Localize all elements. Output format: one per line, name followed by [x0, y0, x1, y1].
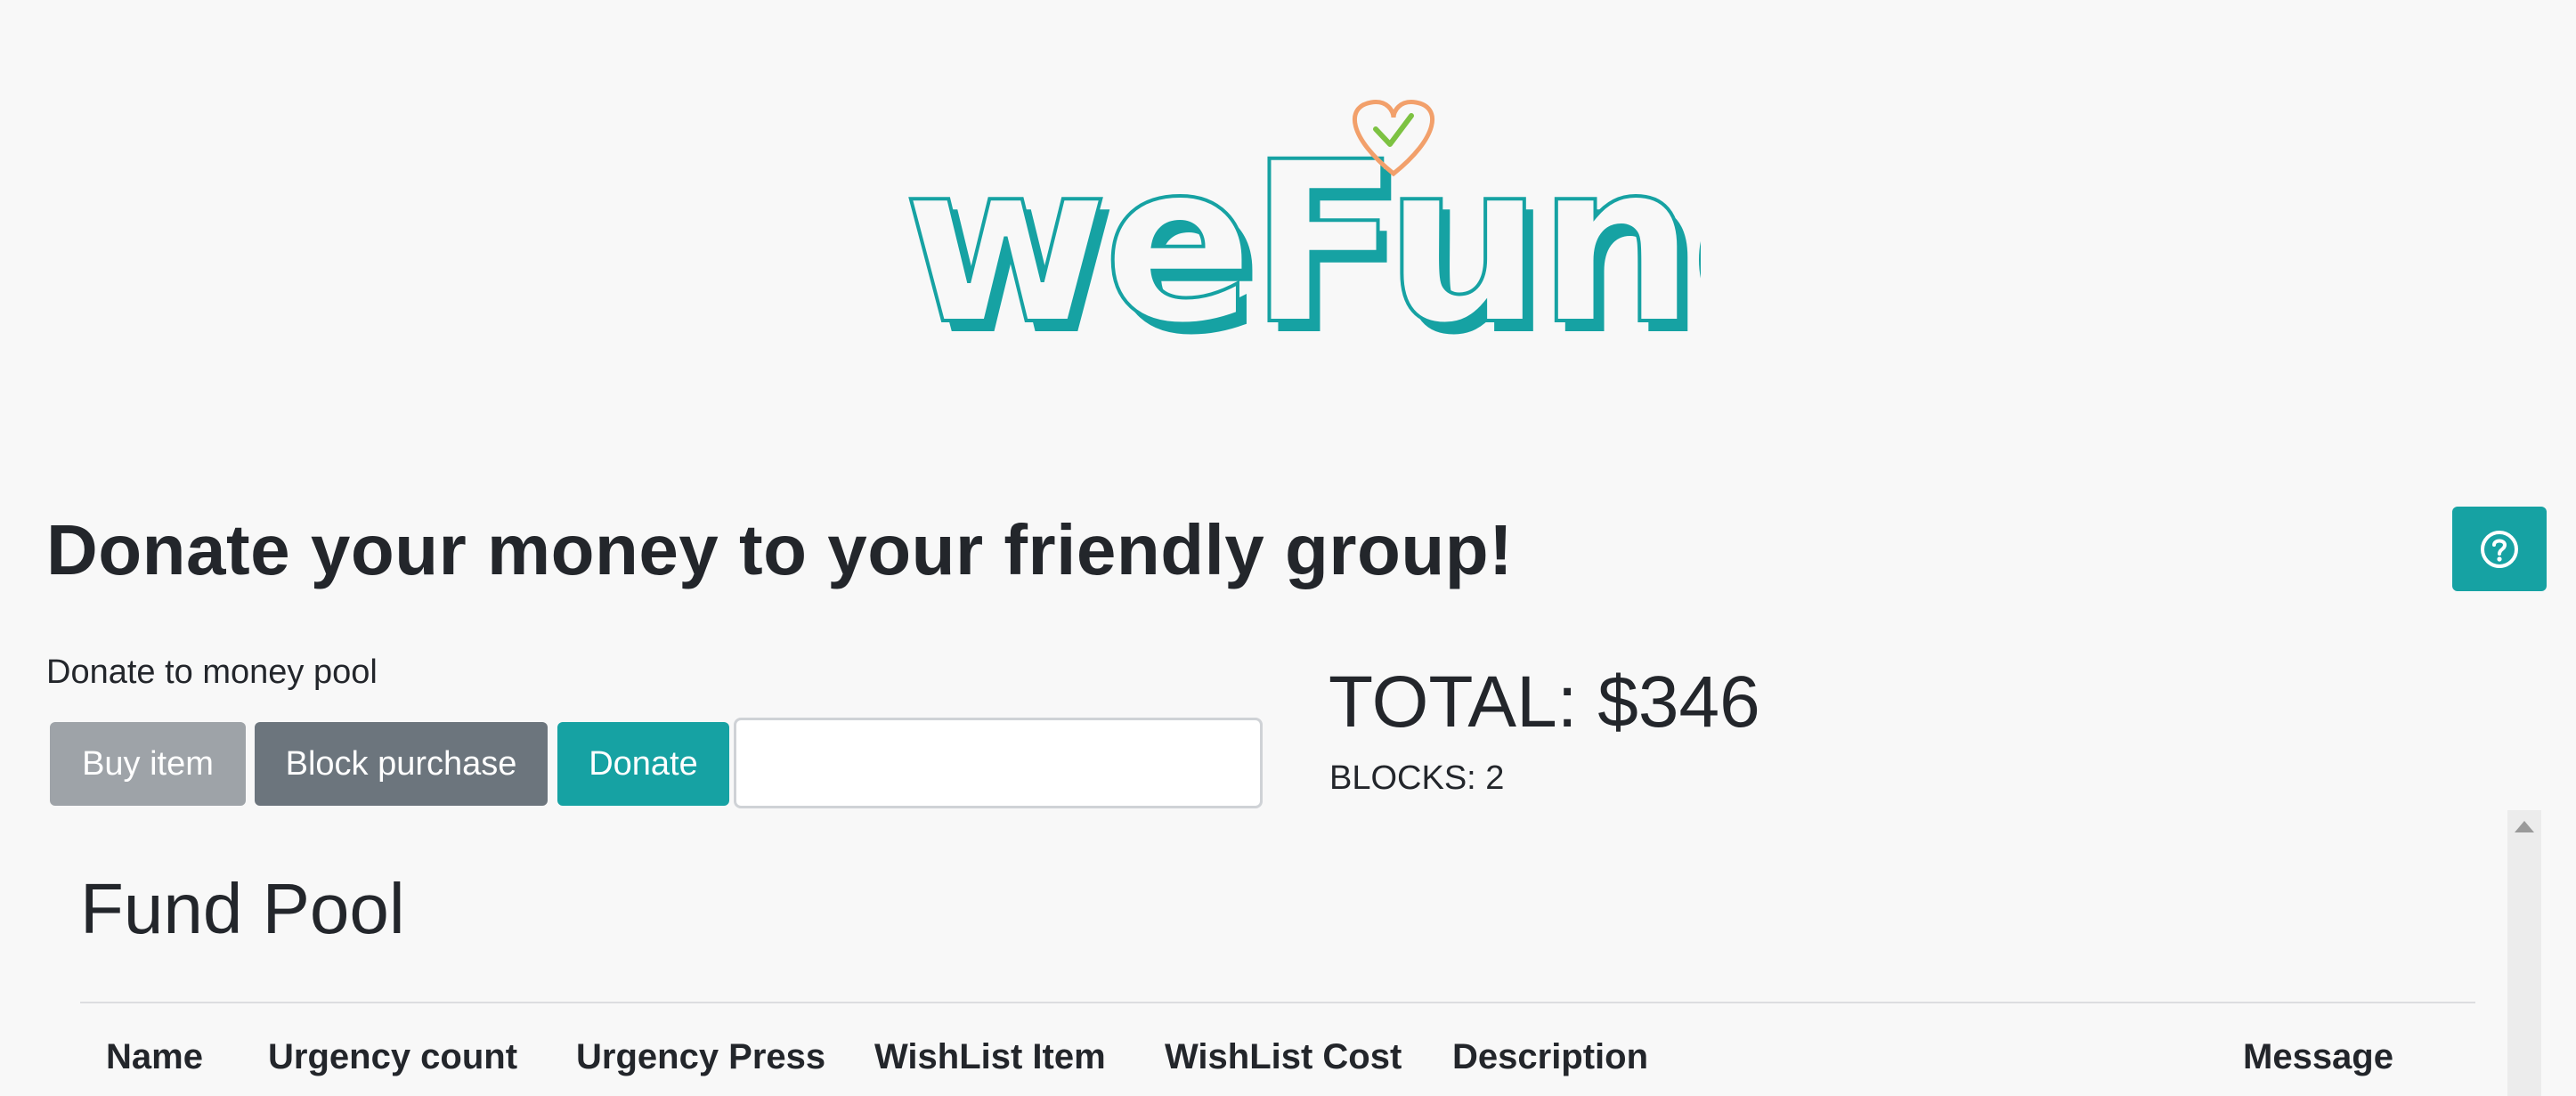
buy-item-button[interactable]: Buy item: [50, 722, 246, 806]
scrollbar[interactable]: [2507, 810, 2541, 1096]
block-purchase-button[interactable]: Block purchase: [255, 722, 548, 806]
donation-amount-input[interactable]: [734, 718, 1263, 808]
column-header-wishlist-cost: WishList Cost: [1165, 1037, 1402, 1076]
total-amount: TOTAL: $346: [1329, 662, 1760, 743]
page: weFund weFund Donate your money to your …: [0, 0, 2576, 1096]
column-header-name: Name: [106, 1037, 203, 1076]
fund-pool-title: Fund Pool: [80, 869, 405, 948]
column-header-message: Message: [2243, 1037, 2393, 1076]
wefund-logo: weFund weFund: [899, 89, 1701, 356]
column-header-urgency-count: Urgency count: [268, 1037, 518, 1076]
divider: [80, 1002, 2475, 1003]
page-title: Donate your money to your friendly group…: [46, 510, 1514, 589]
svg-text:weFund: weFund: [903, 114, 1701, 356]
blocks-count: BLOCKS: 2: [1329, 759, 1505, 797]
help-button[interactable]: [2452, 507, 2547, 591]
column-header-description: Description: [1452, 1037, 1649, 1076]
scroll-up-arrow-icon[interactable]: [2515, 821, 2534, 832]
donate-button[interactable]: Donate: [557, 722, 729, 806]
column-header-urgency-press: Urgency Press: [576, 1037, 826, 1076]
column-header-wishlist-item: WishList Item: [874, 1037, 1106, 1076]
donate-label: Donate to money pool: [46, 654, 378, 691]
question-circle-icon: [2481, 530, 2518, 568]
